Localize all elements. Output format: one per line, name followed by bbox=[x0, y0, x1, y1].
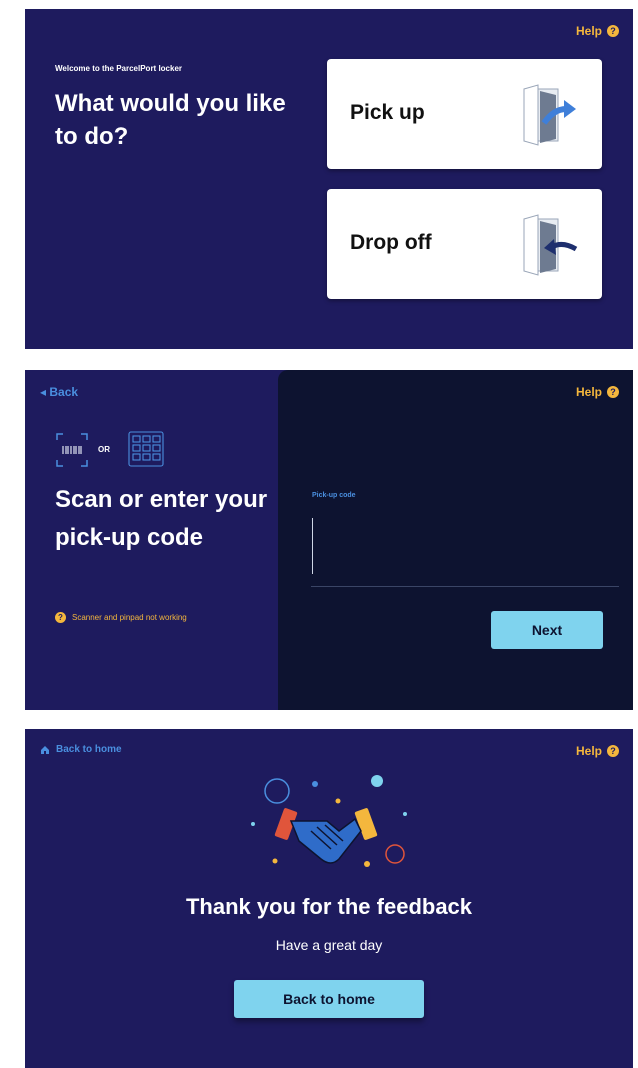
back-arrow-icon: ◂ bbox=[40, 385, 47, 399]
help-button[interactable]: Help ? bbox=[576, 24, 619, 38]
help-button[interactable]: Help ? bbox=[576, 385, 619, 399]
dropoff-card[interactable]: Drop off bbox=[327, 189, 602, 299]
help-label: Help bbox=[575, 385, 602, 399]
home-icon bbox=[41, 745, 49, 754]
scan-options-icons bbox=[56, 431, 164, 467]
home-link-label: Back to home bbox=[56, 744, 122, 755]
text-caret bbox=[312, 518, 313, 574]
welcome-text: Welcome to the ParcelPort locker bbox=[55, 64, 183, 73]
keypad-icon bbox=[128, 431, 164, 467]
home-screen: Help ? Welcome to the ParcelPort locker … bbox=[25, 9, 633, 349]
thank-you-title: Thank you for the feedback bbox=[185, 894, 473, 919]
barcode-icon bbox=[56, 433, 88, 467]
help-icon: ? bbox=[607, 25, 619, 37]
help-icon: ? bbox=[55, 612, 66, 623]
pickup-card[interactable]: Pick up bbox=[327, 59, 602, 169]
back-to-home-button[interactable]: Back to home bbox=[234, 980, 424, 1018]
page-title: What would you like to do? bbox=[55, 90, 286, 150]
code-field-label: Pick-up code bbox=[312, 492, 356, 499]
help-label: Help bbox=[575, 744, 602, 758]
subtitle: Have a great day bbox=[275, 937, 383, 953]
back-button[interactable]: ◂ Back bbox=[40, 385, 78, 399]
not-working-label: Scanner and pinpad not working bbox=[72, 613, 187, 622]
back-to-home-link[interactable]: Back to home bbox=[40, 744, 122, 755]
back-label: Back bbox=[49, 385, 79, 399]
help-icon: ? bbox=[607, 745, 619, 757]
help-label: Help bbox=[575, 24, 602, 38]
or-label: OR bbox=[98, 445, 110, 454]
help-icon: ? bbox=[607, 386, 619, 398]
scanner-not-working-link[interactable]: ? Scanner and pinpad not working bbox=[55, 612, 187, 623]
next-button[interactable]: Next bbox=[491, 611, 603, 649]
door-out-icon bbox=[523, 84, 576, 146]
pickup-code-screen: ◂ Back Help ? OR Scan or enter your pick… bbox=[25, 370, 633, 710]
door-in-icon bbox=[523, 214, 578, 276]
pickup-label: Pick up bbox=[350, 101, 425, 124]
pickup-code-input[interactable] bbox=[311, 510, 619, 587]
page-title: Scan or enter your pick-up code bbox=[55, 486, 268, 551]
feedback-thanks-screen: Back to home Help ? Thank you for the fe… bbox=[25, 729, 633, 1068]
help-button[interactable]: Help ? bbox=[576, 744, 619, 758]
dropoff-label: Drop off bbox=[350, 231, 432, 254]
